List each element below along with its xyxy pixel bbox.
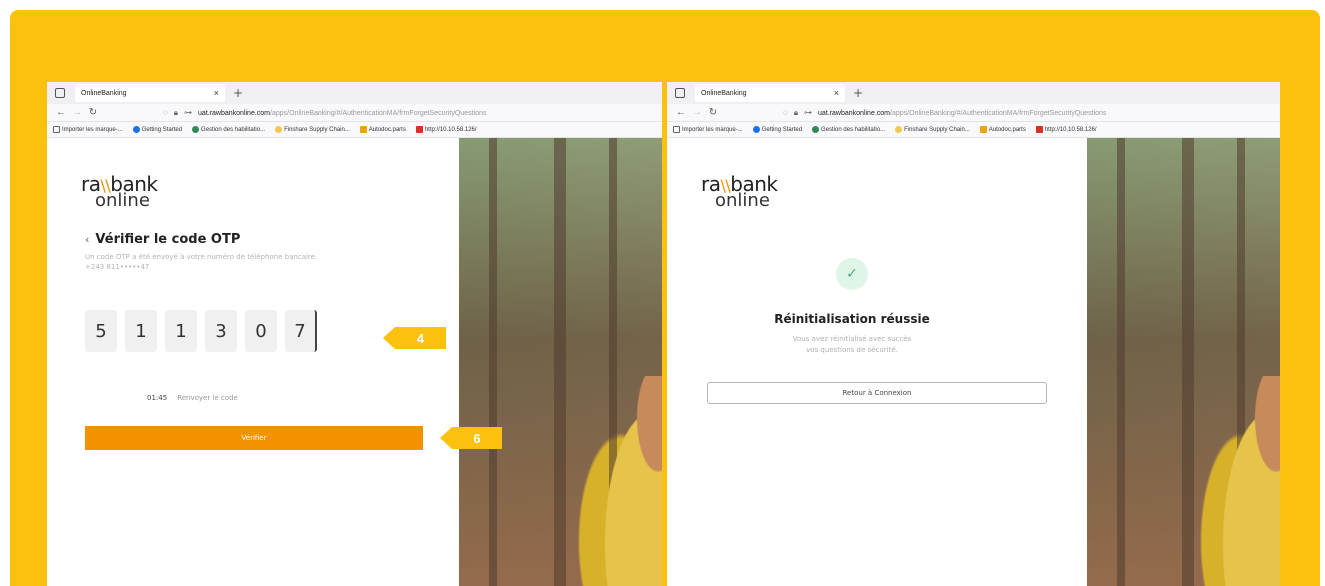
back-chevron-icon[interactable]: ‹ <box>85 233 89 246</box>
url-path: /apps/OnlineBanking/#/AuthenticationMA/f… <box>270 110 487 117</box>
lock-icon: 🔒︎ <box>173 107 179 117</box>
bookmark-item[interactable]: Finshare Supply Chain... <box>275 126 350 133</box>
page-content: ra\\bank online ✓ Réinitialisation réuss… <box>667 138 1280 586</box>
bookmark-item[interactable]: Finshare Supply Chain... <box>895 126 970 133</box>
bookmark-item[interactable]: Gestion des habilitatio... <box>812 126 885 133</box>
new-tab-icon[interactable]: + <box>853 86 863 100</box>
success-check-icon: ✓ <box>836 258 868 290</box>
bookmark-item[interactable]: Gestion des habilitatio... <box>192 126 265 133</box>
success-panel: ra\\bank online ✓ Réinitialisation réuss… <box>667 138 1087 586</box>
reset-success-screenshot: OnlineBanking × + ← → ↻ ◌ 🔒︎ ⊶ uat.rawba… <box>667 82 1280 586</box>
page-title: Réinitialisation réussie <box>774 312 930 326</box>
resend-row: 01:45 Renvoyer le code <box>147 394 238 402</box>
tutorial-frame: OnlineBanking × + ← → ↻ ◌ 🔒︎ ⊶ uat.rawba… <box>10 10 1320 586</box>
rawbank-online-logo: ra\\bank online <box>81 172 158 211</box>
new-tab-icon[interactable]: + <box>233 86 243 100</box>
rawbank-online-logo: ra\\bank online <box>701 172 778 211</box>
bookmark-item[interactable]: Importer les marque-... <box>53 126 123 133</box>
otp-description: Un code OTP a été envoyé à votre numéro … <box>85 252 425 272</box>
close-tab-icon[interactable]: × <box>214 88 219 98</box>
background-photo <box>1087 138 1280 586</box>
otp-digit-field[interactable]: 1 <box>165 310 197 352</box>
shield-icon: ◌ <box>783 108 788 117</box>
url-bar: ← → ↻ ◌ 🔒︎ ⊶ uat.rawbankonline.com/apps/… <box>667 104 1280 122</box>
reload-icon[interactable]: ↻ <box>705 107 721 118</box>
close-tab-icon[interactable]: × <box>834 88 839 98</box>
address-field[interactable]: ◌ 🔒︎ ⊶ uat.rawbankonline.com/apps/Online… <box>783 108 1106 118</box>
address-field[interactable]: ◌ 🔒︎ ⊶ uat.rawbankonline.com/apps/Online… <box>163 108 486 118</box>
otp-digit-field[interactable]: 1 <box>125 310 157 352</box>
bookmark-item[interactable]: Autodoc.parts <box>359 126 406 133</box>
bookmark-item[interactable]: Importer les marque-... <box>673 126 743 133</box>
verify-button[interactable]: Vérifier <box>85 426 423 450</box>
reload-icon[interactable]: ↻ <box>85 107 101 118</box>
page-content: ra\\bank online ‹ Vérifier le code OTP U… <box>47 138 662 586</box>
bookmark-item[interactable]: Getting Started <box>752 126 802 133</box>
browser-tab[interactable]: OnlineBanking × <box>75 84 225 102</box>
back-icon[interactable]: ← <box>53 107 69 118</box>
page-title: ‹ Vérifier le code OTP <box>85 232 241 247</box>
countdown-timer: 01:45 <box>147 394 168 402</box>
url-path: /apps/OnlineBanking/#/AuthenticationMA/f… <box>890 110 1107 117</box>
bookmark-item[interactable]: http://10.10.58.126/ <box>415 126 477 133</box>
otp-digit-field[interactable]: 7 <box>285 310 317 352</box>
otp-panel: ra\\bank online ‹ Vérifier le code OTP U… <box>47 138 459 586</box>
forward-icon[interactable]: → <box>69 107 85 118</box>
bookmarks-bar: Importer les marque-... Getting Started … <box>667 122 1280 138</box>
resend-code-link[interactable]: Renvoyer le code <box>177 394 238 402</box>
otp-digit-field[interactable]: 5 <box>85 310 117 352</box>
tab-title: OnlineBanking <box>701 89 747 97</box>
back-to-login-button[interactable]: Retour à Connexion <box>707 382 1047 404</box>
bookmarks-bar: Importer les marque-... Getting Started … <box>47 122 662 138</box>
otp-digit-field[interactable]: 3 <box>205 310 237 352</box>
otp-input-group: 5 1 1 3 0 7 <box>85 310 317 352</box>
tab-bar: OnlineBanking × + <box>47 82 662 104</box>
url-host: uat.rawbankonline.com <box>198 110 271 117</box>
otp-verification-screenshot: OnlineBanking × + ← → ↻ ◌ 🔒︎ ⊶ uat.rawba… <box>47 82 662 586</box>
bookmark-item[interactable]: http://10.10.58.126/ <box>1035 126 1097 133</box>
step-callout-6: 6 <box>440 427 502 449</box>
lock-icon: 🔒︎ <box>793 107 799 117</box>
tab-bar: OnlineBanking × + <box>667 82 1280 104</box>
background-photo <box>459 138 662 586</box>
tab-list-icon[interactable] <box>675 88 685 98</box>
bookmark-item[interactable]: Getting Started <box>132 126 182 133</box>
url-bar: ← → ↻ ◌ 🔒︎ ⊶ uat.rawbankonline.com/apps/… <box>47 104 662 122</box>
tab-list-icon[interactable] <box>55 88 65 98</box>
bookmark-item[interactable]: Autodoc.parts <box>979 126 1026 133</box>
masked-phone: +243 811•••••47 <box>85 263 150 272</box>
tab-title: OnlineBanking <box>81 89 127 97</box>
url-host: uat.rawbankonline.com <box>818 110 891 117</box>
step-callout-4: 4 <box>383 327 446 349</box>
back-icon[interactable]: ← <box>673 107 689 118</box>
permissions-icon: ⊶ <box>184 108 193 117</box>
browser-tab[interactable]: OnlineBanking × <box>695 84 845 102</box>
otp-digit-field[interactable]: 0 <box>245 310 277 352</box>
forward-icon[interactable]: → <box>689 107 705 118</box>
success-description: Vous avez réinitialisé avec succès vos q… <box>792 335 912 355</box>
permissions-icon: ⊶ <box>804 108 813 117</box>
shield-icon: ◌ <box>163 108 168 117</box>
